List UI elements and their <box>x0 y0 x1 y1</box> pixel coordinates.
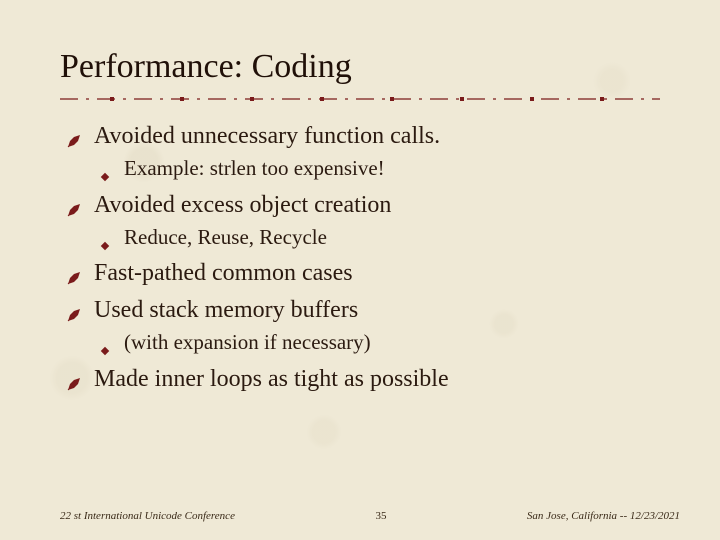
footer-left: 22 st International Unicode Conference <box>60 510 235 522</box>
leaf-bullet-icon <box>66 126 82 142</box>
sub-bullet-item: Reduce, Reuse, Recycle <box>94 223 660 251</box>
slide-content: Avoided unnecessary function calls. Exam… <box>60 120 660 395</box>
leaf-bullet-icon <box>66 263 82 279</box>
diamond-bullet-icon <box>100 161 110 171</box>
bullet-item: Used stack memory buffers (with expansio… <box>60 294 660 357</box>
sub-bullet-text: Reduce, Reuse, Recycle <box>124 225 327 249</box>
slide: Performance: Coding Avoided unnecess <box>0 0 720 540</box>
bullet-text: Fast-pathed common cases <box>94 260 353 286</box>
leaf-bullet-icon <box>66 369 82 385</box>
bullet-text: Avoided excess object creation <box>94 192 391 218</box>
slide-footer: 22 st International Unicode Conference 3… <box>60 510 680 522</box>
sub-bullet-text: Example: strlen too expensive! <box>124 156 385 180</box>
title-divider <box>60 96 660 102</box>
bullet-item: Avoided excess object creation Reduce, R… <box>60 189 660 252</box>
bullet-item: Made inner loops as tight as possible <box>60 363 660 395</box>
bullet-text: Made inner loops as tight as possible <box>94 366 449 392</box>
leaf-bullet-icon <box>66 195 82 211</box>
bullet-text: Used stack memory buffers <box>94 297 358 323</box>
footer-right: San Jose, California -- 12/23/2021 <box>527 510 680 522</box>
diamond-bullet-icon <box>100 335 110 345</box>
diamond-bullet-icon <box>100 230 110 240</box>
sub-bullet-item: Example: strlen too expensive! <box>94 154 660 182</box>
leaf-bullet-icon <box>66 300 82 316</box>
footer-page-number: 35 <box>375 510 386 522</box>
slide-title: Performance: Coding <box>60 48 660 86</box>
sub-bullet-text: (with expansion if necessary) <box>124 330 371 354</box>
bullet-item: Avoided unnecessary function calls. Exam… <box>60 120 660 183</box>
sub-bullet-item: (with expansion if necessary) <box>94 328 660 356</box>
bullet-text: Avoided unnecessary function calls. <box>94 123 440 149</box>
bullet-item: Fast-pathed common cases <box>60 257 660 289</box>
